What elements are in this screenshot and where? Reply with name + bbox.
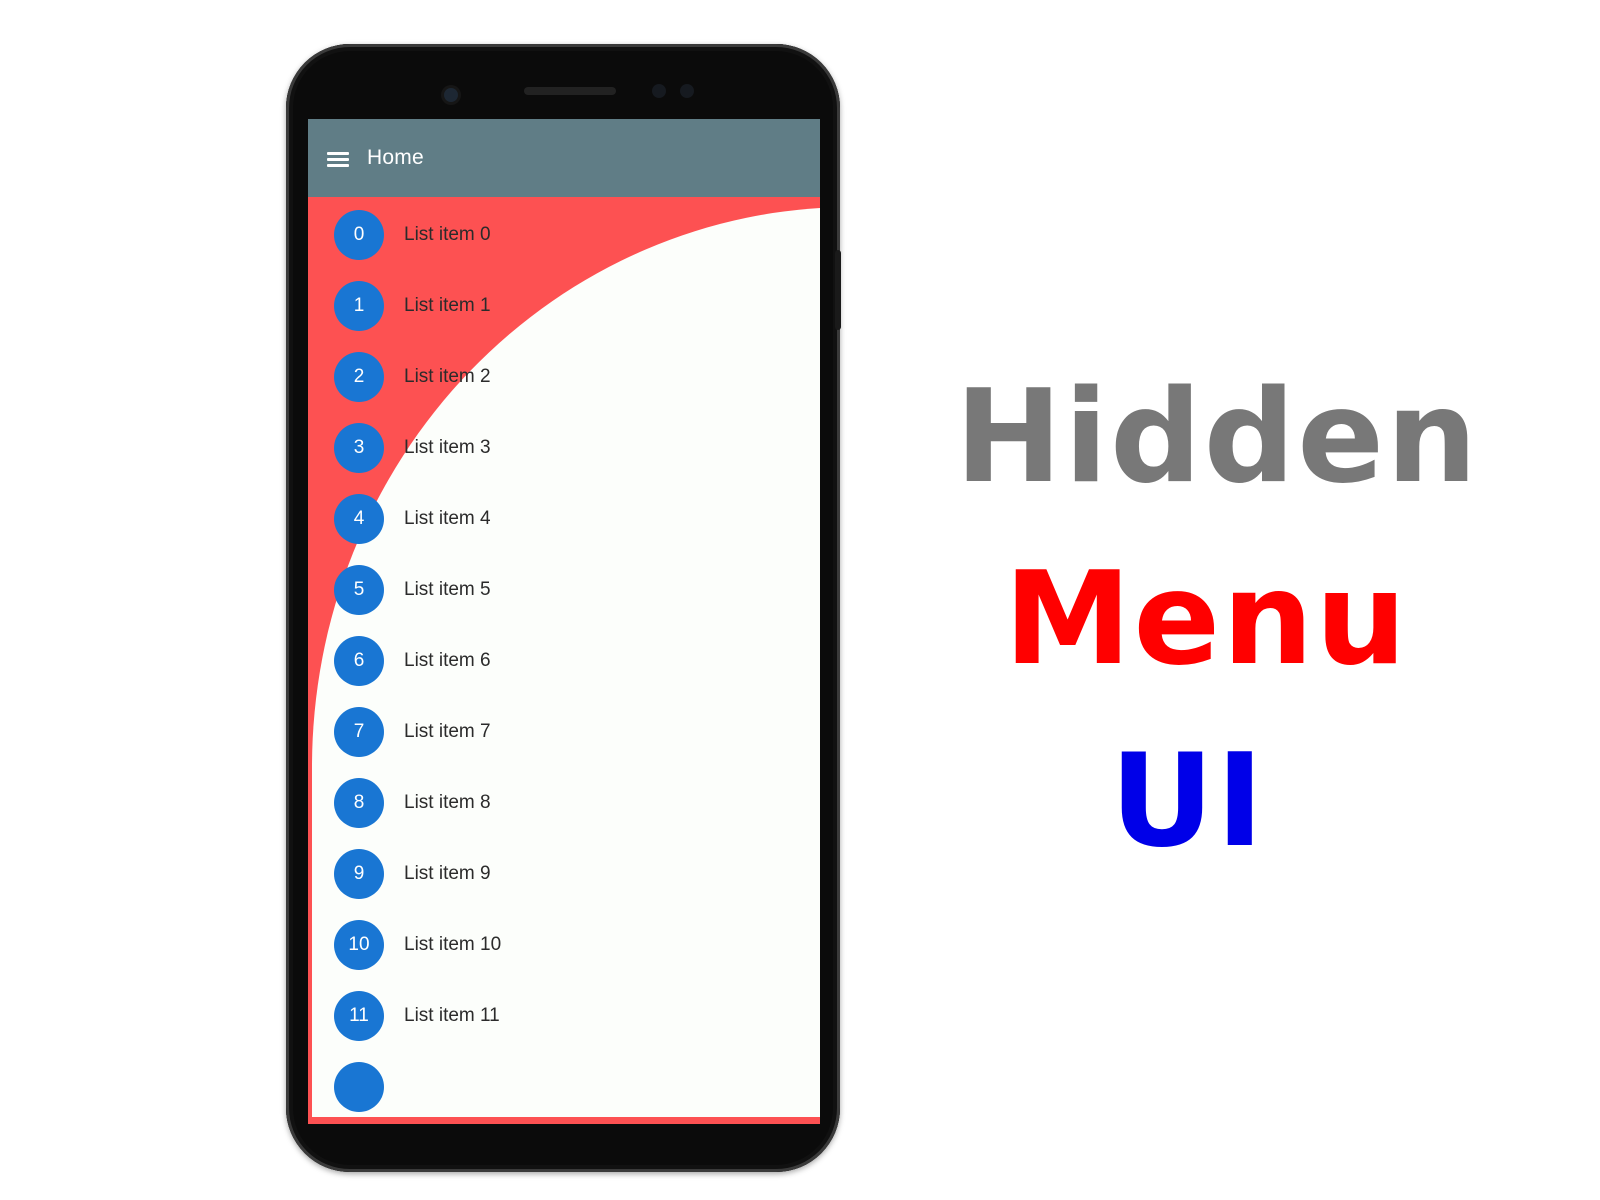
headline-ui: UI	[1110, 727, 1266, 876]
list-item[interactable]: 4 List item 4	[308, 483, 820, 555]
headline-menu: Menu	[1004, 545, 1409, 694]
front-camera	[444, 88, 458, 102]
screen-bottom-strip	[308, 1117, 820, 1124]
hamburger-menu-icon[interactable]	[325, 146, 353, 170]
list-item[interactable]: 11 List item 11	[308, 980, 820, 1052]
app-bar-title: Home	[367, 146, 424, 169]
headline-hidden: Hidden	[955, 363, 1480, 512]
item-label: List item 11	[404, 1005, 500, 1026]
item-number-avatar	[334, 1062, 384, 1112]
item-number-avatar: 8	[334, 778, 384, 828]
item-number-avatar: 9	[334, 849, 384, 899]
list-item[interactable]: 2 List item 2	[308, 341, 820, 413]
list-item[interactable]: 0 List item 0	[308, 199, 820, 271]
item-number-avatar: 7	[334, 707, 384, 757]
phone-screen: Home 0 List item 0 1 List item 1 2 List …	[308, 119, 820, 1124]
item-label: List item 1	[404, 295, 491, 316]
item-number-avatar: 0	[334, 210, 384, 260]
item-number-avatar: 10	[334, 920, 384, 970]
item-number-avatar: 2	[334, 352, 384, 402]
earpiece-speaker	[524, 87, 616, 95]
list-item[interactable]: 6 List item 6	[308, 625, 820, 697]
list-item[interactable]: 7 List item 7	[308, 696, 820, 768]
list-item[interactable]: 8 List item 8	[308, 767, 820, 839]
proximity-sensor	[652, 84, 666, 98]
item-number-avatar: 6	[334, 636, 384, 686]
app-bar: Home	[308, 119, 820, 197]
item-label: List item 5	[404, 579, 491, 600]
item-number-avatar: 5	[334, 565, 384, 615]
list-item[interactable]: 9 List item 9	[308, 838, 820, 910]
item-number-avatar: 3	[334, 423, 384, 473]
item-label: List item 4	[404, 508, 491, 529]
item-label: List item 3	[404, 437, 491, 458]
item-label: List item 9	[404, 863, 491, 884]
item-label: List item 6	[404, 650, 491, 671]
item-label: List item 7	[404, 721, 491, 742]
light-sensor	[680, 84, 694, 98]
item-label: List item 0	[404, 224, 491, 245]
list-item[interactable]: 3 List item 3	[308, 412, 820, 484]
item-label: List item 10	[404, 934, 502, 955]
list-item[interactable]: 5 List item 5	[308, 554, 820, 626]
list-item[interactable]	[308, 1051, 820, 1123]
item-number-avatar: 11	[334, 991, 384, 1041]
volume-button	[835, 250, 841, 330]
item-label: List item 2	[404, 366, 491, 387]
item-number-avatar: 1	[334, 281, 384, 331]
item-label: List item 8	[404, 792, 491, 813]
list-item[interactable]: 10 List item 10	[308, 909, 820, 981]
item-number-avatar: 4	[334, 494, 384, 544]
list-item[interactable]: 1 List item 1	[308, 270, 820, 342]
